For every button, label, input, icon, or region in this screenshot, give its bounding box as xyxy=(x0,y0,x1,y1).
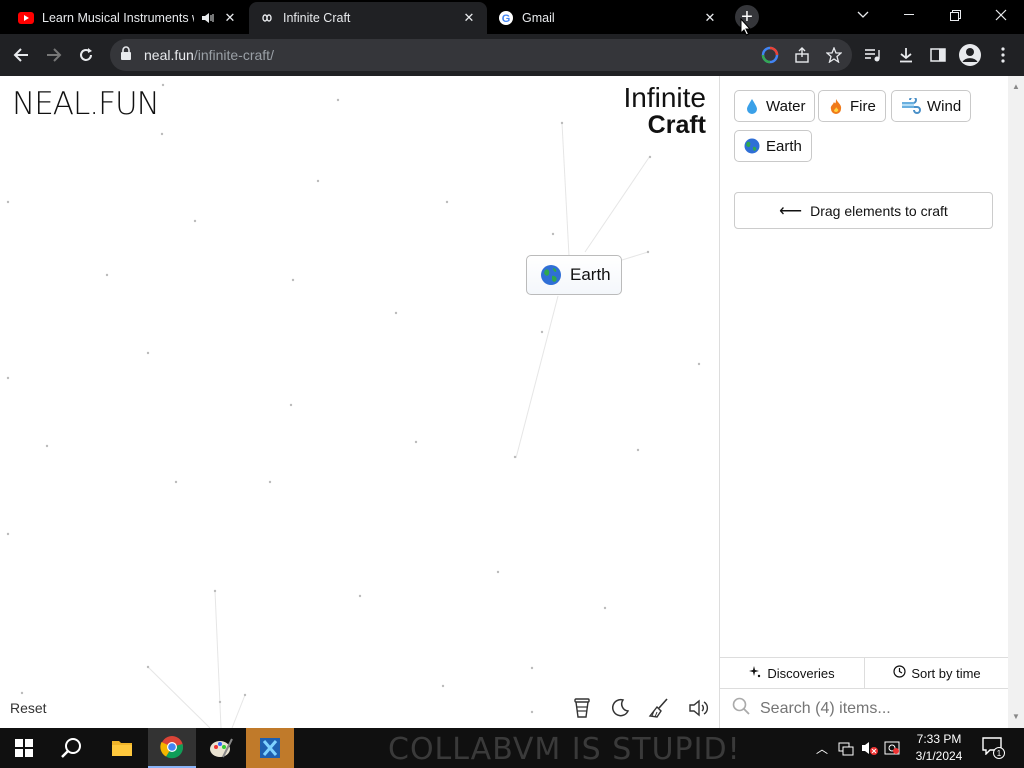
item-label: Wind xyxy=(927,97,962,115)
scroll-up-arrow-icon[interactable]: ▲ xyxy=(1012,82,1020,91)
element-label: Earth xyxy=(570,265,611,284)
paint-app-icon[interactable] xyxy=(197,728,245,768)
clock-date: 3/1/2024 xyxy=(915,749,963,763)
app-x-icon[interactable] xyxy=(246,728,294,768)
close-icon[interactable]: ✕ xyxy=(702,10,718,26)
page-scrollbar[interactable]: ▲ ▼ xyxy=(1008,76,1024,728)
taskbar-search-icon[interactable] xyxy=(48,728,96,768)
file-explorer-icon[interactable] xyxy=(98,728,146,768)
logo-line-1: Infinite xyxy=(623,82,707,113)
minimize-button[interactable] xyxy=(886,0,932,30)
youtube-icon xyxy=(18,10,34,26)
network-icon[interactable] xyxy=(838,740,854,761)
item-label: Water xyxy=(766,97,806,115)
mouse-cursor-icon xyxy=(740,17,752,41)
svg-text:G: G xyxy=(502,13,511,25)
download-icon[interactable] xyxy=(893,42,919,68)
discoveries-button[interactable]: Discoveries xyxy=(720,658,864,688)
neal-fun-logo[interactable]: NEAL.FUN xyxy=(12,86,160,122)
item-label: Earth xyxy=(766,137,802,155)
infinity-icon xyxy=(259,10,275,26)
search-bar xyxy=(720,689,1009,728)
side-panel-icon[interactable] xyxy=(925,42,951,68)
notification-center-button[interactable]: 1 xyxy=(982,737,1005,759)
url-text: neal.fun/infinite-craft/ xyxy=(144,47,274,63)
bookmark-star-icon[interactable] xyxy=(821,42,847,68)
close-icon[interactable]: ✕ xyxy=(461,10,477,26)
kebab-menu-icon[interactable] xyxy=(990,42,1016,68)
tab-strip: Learn Musical Instruments w ✕ Infinite C… xyxy=(0,0,1024,34)
tab-title: Learn Musical Instruments w xyxy=(42,11,194,25)
dark-mode-moon-icon[interactable] xyxy=(608,696,632,720)
address-bar[interactable]: neal.fun/infinite-craft/ xyxy=(110,39,852,71)
clock-icon xyxy=(893,665,906,681)
drag-hint: ⟵ Drag elements to craft xyxy=(734,192,993,229)
restore-button[interactable] xyxy=(932,0,978,30)
discoveries-label: Discoveries xyxy=(767,665,835,681)
broom-clear-icon[interactable] xyxy=(647,696,671,720)
media-control-icon[interactable] xyxy=(860,42,886,68)
earth-globe-icon xyxy=(540,264,562,286)
item-label: Fire xyxy=(850,97,876,115)
lock-icon[interactable] xyxy=(120,45,132,65)
sidebar-item-fire[interactable]: Fire xyxy=(818,90,886,122)
hint-text: Drag elements to craft xyxy=(810,202,948,219)
fire-icon xyxy=(828,98,844,114)
volume-muted-icon[interactable] xyxy=(861,740,879,761)
background-particles xyxy=(6,83,701,728)
display-settings-icon[interactable] xyxy=(884,740,900,761)
reload-button[interactable] xyxy=(73,42,99,68)
share-icon[interactable] xyxy=(789,42,815,68)
profile-avatar[interactable] xyxy=(957,42,983,68)
infinite-craft-logo: Infinite Craft xyxy=(622,82,707,139)
close-window-button[interactable] xyxy=(978,0,1024,30)
system-clock[interactable]: 7:33 PM 3/1/2024 xyxy=(904,731,974,765)
forward-button[interactable] xyxy=(41,42,67,68)
chevron-up-icon[interactable]: ︿ xyxy=(816,740,828,757)
search-icon xyxy=(732,697,750,720)
sidebar-item-wind[interactable]: Wind xyxy=(891,90,972,122)
sound-speaker-icon[interactable] xyxy=(687,696,711,720)
canvas-element-earth[interactable]: Earth xyxy=(526,255,622,295)
browser-toolbar: neal.fun/infinite-craft/ xyxy=(0,34,1024,76)
tab-title: Gmail xyxy=(522,11,555,25)
logo-line-2: Craft xyxy=(647,111,706,139)
speaker-icon[interactable] xyxy=(200,10,216,26)
coffee-cup-icon[interactable] xyxy=(570,696,594,720)
wind-icon xyxy=(901,98,921,114)
sidebar-tabs: Discoveries Sort by time xyxy=(720,657,1009,689)
tab-title: Infinite Craft xyxy=(283,11,351,25)
droplet-icon xyxy=(744,98,760,114)
back-button[interactable] xyxy=(8,42,34,68)
items-sidebar: Water Fire Wind Earth ⟵ Drag elements to… xyxy=(719,76,1009,728)
close-icon[interactable]: ✕ xyxy=(222,10,238,26)
google-lens-icon[interactable] xyxy=(757,42,783,68)
notification-badge: 1 xyxy=(993,747,1005,759)
windows-start-icon[interactable] xyxy=(0,728,48,768)
web-page: NEAL.FUN Infinite Craft Earth Reset Wate… xyxy=(0,76,1024,728)
craft-canvas[interactable]: NEAL.FUN Infinite Craft Earth Reset xyxy=(0,76,720,728)
tab-infinite-craft[interactable]: Infinite Craft ✕ xyxy=(249,2,487,34)
tab-youtube[interactable]: Learn Musical Instruments w ✕ xyxy=(8,2,248,34)
clock-time: 7:33 PM xyxy=(916,732,962,746)
earth-globe-icon xyxy=(744,138,760,154)
watermark-text: COLLABVM IS STUPID! xyxy=(388,732,741,767)
chrome-taskbar-icon[interactable] xyxy=(148,728,196,768)
reset-button[interactable]: Reset xyxy=(10,700,47,716)
sidebar-item-earth[interactable]: Earth xyxy=(734,130,812,162)
scroll-down-arrow-icon[interactable]: ▼ xyxy=(1012,712,1020,721)
windows-taskbar: COLLABVM IS STUPID! ︿ 7:33 PM 3/1/2024 1 xyxy=(0,728,1024,768)
tab-gmail[interactable]: G Gmail ✕ xyxy=(488,2,728,34)
sort-label: Sort by time xyxy=(911,665,981,681)
sparkle-icon xyxy=(749,665,761,681)
tab-search-icon[interactable] xyxy=(840,0,886,30)
sidebar-item-water[interactable]: Water xyxy=(734,90,816,122)
sort-by-time-button[interactable]: Sort by time xyxy=(864,658,1009,688)
arrow-left-icon: ⟵ xyxy=(779,202,803,220)
search-input[interactable] xyxy=(760,699,1000,718)
google-icon: G xyxy=(498,10,514,26)
